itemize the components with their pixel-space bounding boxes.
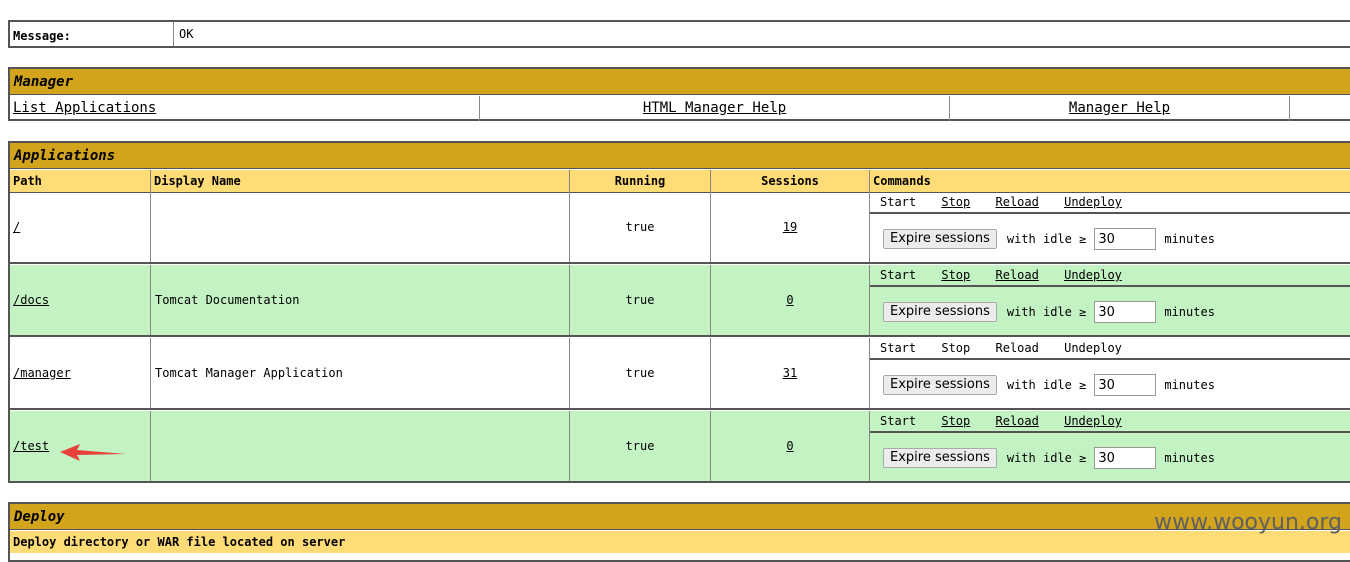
path-link[interactable]: /test (13, 439, 49, 453)
commands-links: Start Stop Reload Undeploy (870, 192, 1350, 214)
start-command: Start (880, 195, 917, 209)
html-manager-help-link[interactable]: HTML Manager Help (643, 100, 786, 116)
minutes-label: minutes (1164, 378, 1215, 392)
commands-links: Start Stop Reload Undeploy (870, 411, 1350, 433)
start-command: Start (880, 414, 917, 428)
table-row: /docs Tomcat Documentation true 0 Start … (10, 265, 1350, 337)
expire-sessions-button[interactable]: Expire sessions (883, 229, 997, 249)
undeploy-link[interactable]: Undeploy (1064, 268, 1122, 282)
sessions-cell: 19 (711, 192, 870, 262)
stop-command: Stop (941, 341, 971, 355)
running-cell: true (570, 265, 711, 335)
col-path: Path (10, 170, 151, 192)
message-label: Message: (10, 22, 174, 46)
minutes-label: minutes (1164, 451, 1215, 465)
start-command: Start (880, 268, 917, 282)
path-link[interactable]: / (13, 220, 20, 234)
message-table: Message: OK (8, 20, 1350, 48)
sessions-link[interactable]: 0 (786, 293, 793, 307)
reload-link[interactable]: Reload (996, 195, 1039, 209)
minutes-label: minutes (1164, 305, 1215, 319)
with-idle-label: with idle ≥ (1006, 305, 1087, 319)
table-row: /manager Tomcat Manager Application true… (10, 338, 1350, 410)
commands-links: Start Stop Reload Undeploy (870, 338, 1350, 360)
deploy-header: Deploy (10, 504, 1350, 530)
annotation-arrow-icon (60, 444, 126, 461)
sessions-link[interactable]: 31 (783, 366, 797, 380)
expire-form: Expire sessions with idle ≥ minutes (870, 216, 1350, 262)
idle-minutes-input[interactable] (1094, 447, 1157, 469)
path-cell: /docs (10, 265, 151, 335)
reload-command: Reload (995, 341, 1039, 355)
path-link[interactable]: /docs (13, 293, 49, 307)
with-idle-label: with idle ≥ (1006, 451, 1087, 465)
running-cell: true (570, 338, 711, 408)
commands-cell: Start Stop Reload Undeploy Expire sessio… (870, 411, 1350, 481)
stop-link[interactable]: Stop (941, 414, 970, 428)
idle-minutes-input[interactable] (1094, 374, 1157, 396)
manager-table: Manager List Applications HTML Manager H… (8, 67, 1350, 121)
table-row: / true 19 Start Stop Reload Undeploy Exp… (10, 192, 1350, 264)
undeploy-command: Undeploy (1064, 341, 1122, 355)
sessions-cell: 0 (711, 411, 870, 481)
applications-column-headers: Path Display Name Running Sessions Comma… (10, 170, 1350, 193)
running-cell: true (570, 192, 711, 262)
display-name-cell (151, 411, 570, 481)
manager-help-link[interactable]: Manager Help (1069, 100, 1170, 116)
sessions-link[interactable]: 19 (783, 220, 797, 234)
reload-link[interactable]: Reload (996, 414, 1039, 428)
minutes-label: minutes (1164, 232, 1215, 246)
running-cell: true (570, 411, 711, 481)
commands-links: Start Stop Reload Undeploy (870, 265, 1350, 287)
display-name-cell: Tomcat Documentation (151, 265, 570, 335)
col-commands: Commands (873, 174, 931, 188)
deploy-table: Deploy Deploy directory or WAR file loca… (8, 502, 1350, 562)
watermark: www.wooyun.org (1154, 510, 1342, 535)
expire-sessions-button[interactable]: Expire sessions (883, 302, 997, 322)
expire-form: Expire sessions with idle ≥ minutes (870, 435, 1350, 481)
display-name-cell (151, 192, 570, 262)
table-row: /test true 0 Start Stop Reload Undeploy … (10, 411, 1350, 483)
with-idle-label: with idle ≥ (1006, 232, 1087, 246)
display-name-cell: Tomcat Manager Application (151, 338, 570, 408)
commands-cell: Start Stop Reload Undeploy Expire sessio… (870, 192, 1350, 262)
col-display-name: Display Name (151, 170, 570, 192)
with-idle-label: with idle ≥ (1006, 378, 1087, 392)
path-cell: / (10, 192, 151, 262)
col-sessions: Sessions (711, 170, 870, 192)
expire-sessions-button[interactable]: Expire sessions (883, 375, 997, 395)
commands-cell: Start Stop Reload Undeploy Expire sessio… (870, 338, 1350, 408)
applications-table: Applications Path Display Name Running S… (8, 141, 1350, 483)
commands-cell: Start Stop Reload Undeploy Expire sessio… (870, 265, 1350, 335)
expire-form: Expire sessions with idle ≥ minutes (870, 289, 1350, 335)
manager-cell-html-help: HTML Manager Help (480, 96, 950, 121)
undeploy-link[interactable]: Undeploy (1064, 414, 1122, 428)
manager-cell-help: Manager Help (950, 96, 1290, 121)
stop-link[interactable]: Stop (941, 195, 970, 209)
sessions-cell: 31 (711, 338, 870, 408)
applications-header: Applications (10, 143, 1350, 169)
expire-sessions-button[interactable]: Expire sessions (883, 448, 997, 468)
idle-minutes-input[interactable] (1094, 228, 1157, 250)
path-cell: /manager (10, 338, 151, 408)
col-running: Running (570, 170, 711, 192)
expire-form: Expire sessions with idle ≥ minutes (870, 362, 1350, 408)
sessions-cell: 0 (711, 265, 870, 335)
undeploy-link[interactable]: Undeploy (1064, 195, 1122, 209)
deploy-subheader: Deploy directory or WAR file located on … (10, 531, 1350, 553)
sessions-link[interactable]: 0 (786, 439, 793, 453)
start-command: Start (880, 341, 917, 355)
manager-cell-list: List Applications (10, 96, 480, 121)
message-value: OK (179, 27, 194, 41)
manager-header: Manager (10, 69, 1350, 95)
reload-link[interactable]: Reload (996, 268, 1039, 282)
stop-link[interactable]: Stop (941, 268, 970, 282)
path-link[interactable]: /manager (13, 366, 71, 380)
list-applications-link[interactable]: List Applications (13, 100, 156, 116)
idle-minutes-input[interactable] (1094, 301, 1157, 323)
